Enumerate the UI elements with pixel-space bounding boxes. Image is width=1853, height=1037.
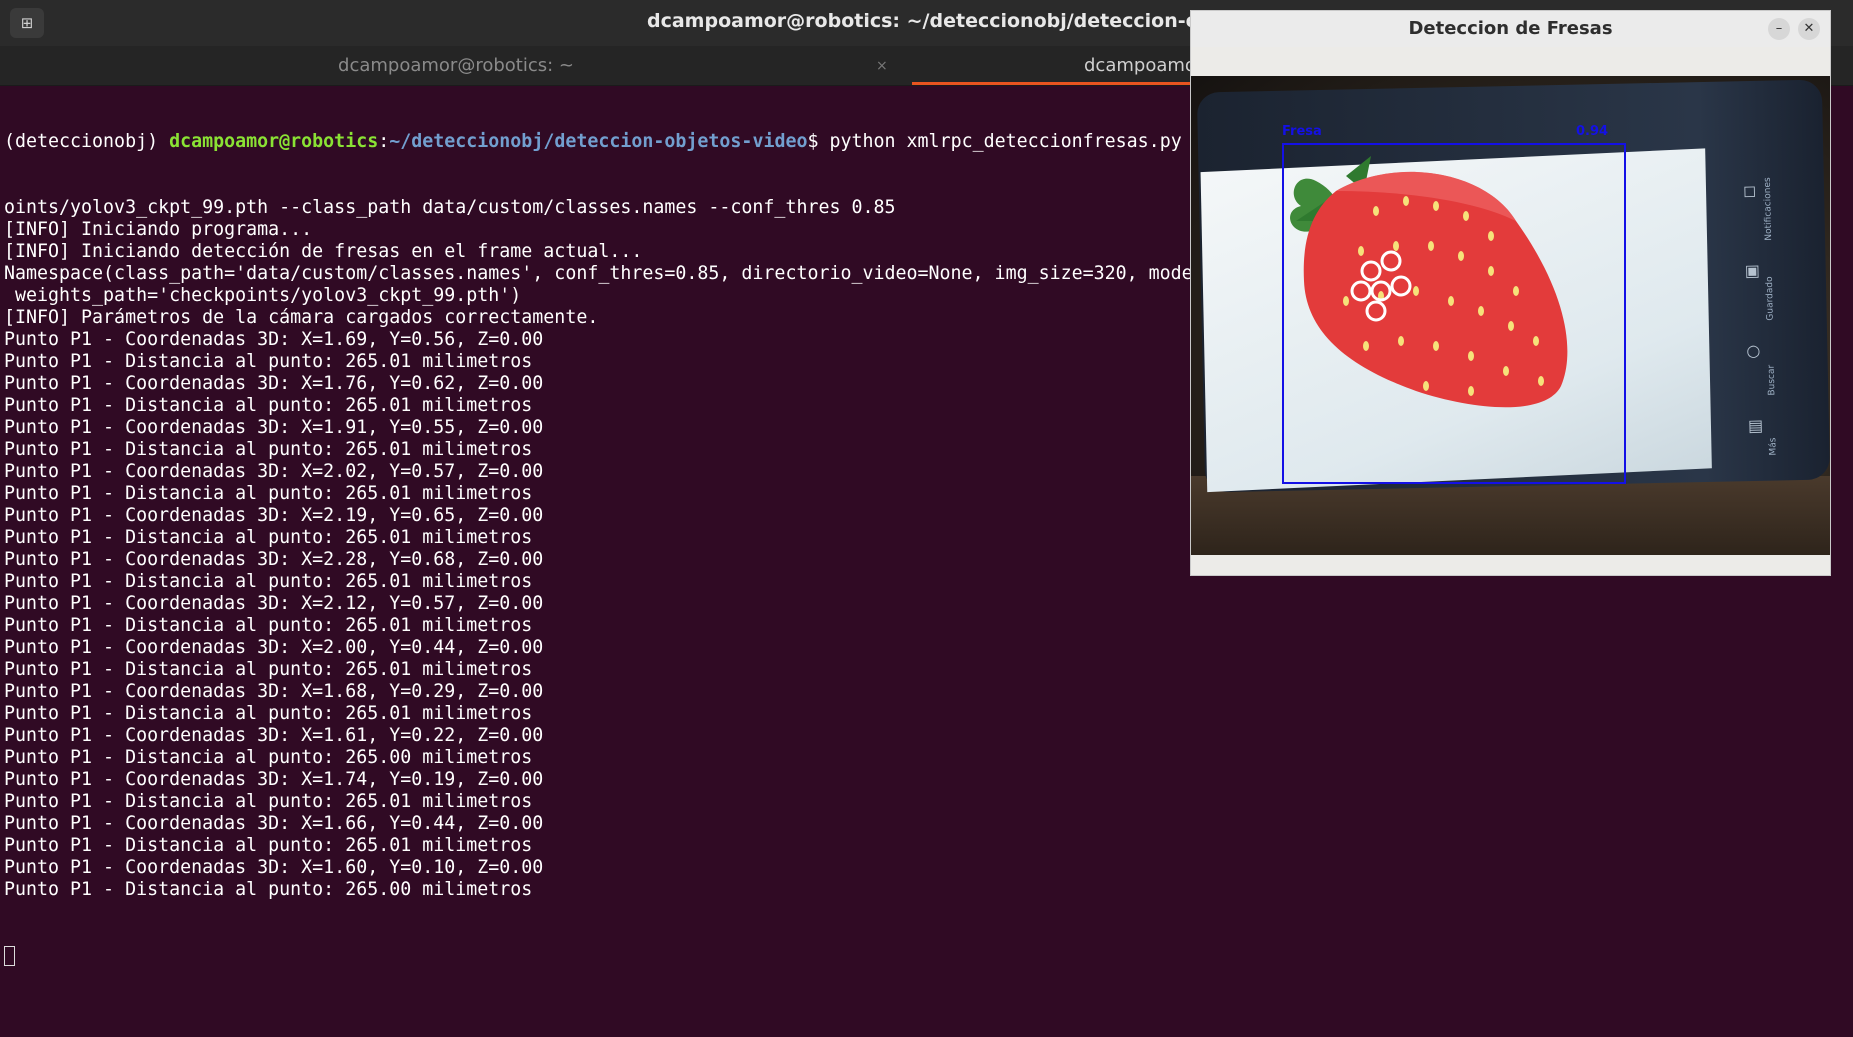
detection-bounding-box xyxy=(1282,143,1626,484)
output-line: Punto P1 - Distancia al punto: 265.01 mi… xyxy=(4,703,533,724)
output-line: Punto P1 - Coordenadas 3D: X=1.74, Y=0.1… xyxy=(4,769,544,790)
output-line: Punto P1 - Coordenadas 3D: X=2.00, Y=0.4… xyxy=(4,637,544,658)
tab-home-label: dcampoamor@robotics: ~ xyxy=(338,55,574,76)
prompt-user-host: dcampoamor@robotics xyxy=(169,131,379,152)
side-label-guardado: Guardado xyxy=(1764,276,1776,321)
search-icon: ○ xyxy=(1746,340,1761,361)
prompt-command: python xmlrpc_deteccionfresas.py xyxy=(818,131,1182,152)
phone-side-menu: ◻ Notificaciones ▣ Guardado ○ Buscar ▤ M… xyxy=(1717,110,1825,472)
new-tab-button[interactable]: ⊞ xyxy=(10,8,44,38)
side-label-notificaciones: Notificaciones xyxy=(1762,177,1775,241)
bell-icon: ◻ xyxy=(1742,180,1757,201)
terminal-tab-icon: ⊞ xyxy=(20,14,34,32)
output-line: Punto P1 - Distancia al punto: 265.00 mi… xyxy=(4,747,533,768)
tab-home[interactable]: dcampoamor@robotics: ~ xyxy=(0,46,912,86)
detection-window-titlebar[interactable]: Deteccion de Fresas – ✕ xyxy=(1191,11,1830,47)
cursor-line xyxy=(4,945,1853,967)
output-line: Punto P1 - Distancia al punto: 265.01 mi… xyxy=(4,835,533,856)
output-line: Punto P1 - Coordenadas 3D: X=1.66, Y=0.4… xyxy=(4,813,544,834)
prompt-colon: : xyxy=(378,131,390,152)
detection-window-title: Deteccion de Fresas xyxy=(1408,18,1613,39)
detection-score: 0.94 xyxy=(1576,124,1609,139)
active-tab-indicator xyxy=(912,82,1212,85)
output-line: Punto P1 - Coordenadas 3D: X=1.60, Y=0.1… xyxy=(4,857,544,878)
close-button[interactable]: ✕ xyxy=(1798,18,1820,40)
detection-label: Fresa xyxy=(1282,124,1322,139)
tab-home-close-icon[interactable]: × xyxy=(876,46,888,86)
tab-active-label: dcampoamo xyxy=(1084,55,1196,76)
text-cursor xyxy=(4,946,15,966)
detection-window[interactable]: Deteccion de Fresas – ✕ ◻ Notificaciones… xyxy=(1190,10,1831,576)
more-icon: ▤ xyxy=(1747,415,1764,436)
output-line: Punto P1 - Coordenadas 3D: X=2.12, Y=0.5… xyxy=(4,593,544,614)
prompt-path: ~/deteccionobj/deteccion-objetos-video xyxy=(389,131,808,152)
side-label-mas: Más xyxy=(1768,437,1779,456)
bookmark-icon: ▣ xyxy=(1744,260,1761,281)
output-line: Punto P1 - Distancia al punto: 265.01 mi… xyxy=(4,615,533,636)
output-line: Punto P1 - Distancia al punto: 265.01 mi… xyxy=(4,791,533,812)
minimize-button[interactable]: – xyxy=(1768,18,1790,40)
camera-frame: ◻ Notificaciones ▣ Guardado ○ Buscar ▤ M… xyxy=(1191,76,1830,555)
prompt-dollar: $ xyxy=(807,131,819,152)
output-line: Punto P1 - Coordenadas 3D: X=1.61, Y=0.2… xyxy=(4,725,544,746)
prompt-env: (deteccionobj) xyxy=(4,131,170,152)
output-line: Punto P1 - Distancia al punto: 265.01 mi… xyxy=(4,659,533,680)
side-label-buscar: Buscar xyxy=(1766,364,1778,396)
output-line: Punto P1 - Distancia al punto: 265.00 mi… xyxy=(4,879,533,900)
output-line: Punto P1 - Coordenadas 3D: X=1.68, Y=0.2… xyxy=(4,681,544,702)
